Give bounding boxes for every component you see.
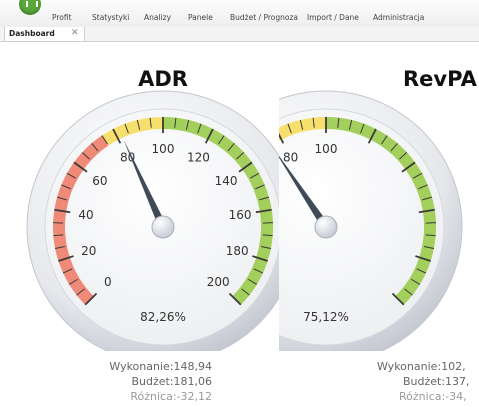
menu-item-administracja[interactable]: Administracja [373,13,424,22]
app-logo-icon[interactable] [19,0,41,15]
gauge-hub [151,215,175,239]
gauge-hub [314,215,338,239]
stat-budzet: Budżet:137, [403,375,470,388]
menu-item-import-dane[interactable]: Import / Dane [307,13,359,22]
gauge-tick-label: 20 [81,244,96,258]
tab-strip: Dashboard ✕ [0,27,479,42]
gauge-tick-label: 40 [78,208,93,222]
gauge-tick-label: 0 [104,275,112,289]
menu-item-budzet-prognoza[interactable]: Budżet / Prognoza [230,13,298,22]
menu-item-statystyki[interactable]: Statystyki [92,13,129,22]
stat-roznica: Różnica:-34, [399,390,467,403]
gauge-tick-label: 100 [152,142,175,156]
menu-item-profit[interactable]: Profit [52,13,72,22]
close-icon[interactable]: ✕ [71,28,79,38]
gauge-tick-label: 140 [215,174,238,188]
gauge-tick-label: 100 [315,142,338,156]
stat-wykonanie: Wykonanie:148,94 [109,360,212,373]
gauge-panel-revpa: RevPA 02040608010075,12% Wykonanie:102, … [279,41,479,407]
stat-roznica: Różnica:-32,12 [130,390,212,403]
stat-wykonanie: Wykonanie:102, [377,360,466,373]
gauge-percent: 75,12% [303,310,349,324]
gauge-tick-label: 60 [92,174,107,188]
app-window: Profit Statystyki Analizy Panele Budżet … [0,0,479,407]
stat-budzet: Budżet:181,06 [131,375,212,388]
gauge-tick-label: 160 [229,208,252,222]
gauge-revpa: 02040608010075,12% [279,90,463,351]
menu-item-analizy[interactable]: Analizy [144,13,171,22]
gauge-tick-label: 120 [187,151,210,165]
tab-dashboard[interactable]: Dashboard ✕ [4,27,85,41]
main-menu-bar: Profit Statystyki Analizy Panele Budżet … [0,0,479,28]
menu-item-panele[interactable]: Panele [188,13,213,22]
gauge-tick-label: 200 [207,275,230,289]
tab-dashboard-label: Dashboard [9,29,55,38]
gauge-percent: 82,26% [140,310,186,324]
gauge-tick-label: 80 [283,151,298,165]
gauge-tick-label: 180 [226,244,249,258]
